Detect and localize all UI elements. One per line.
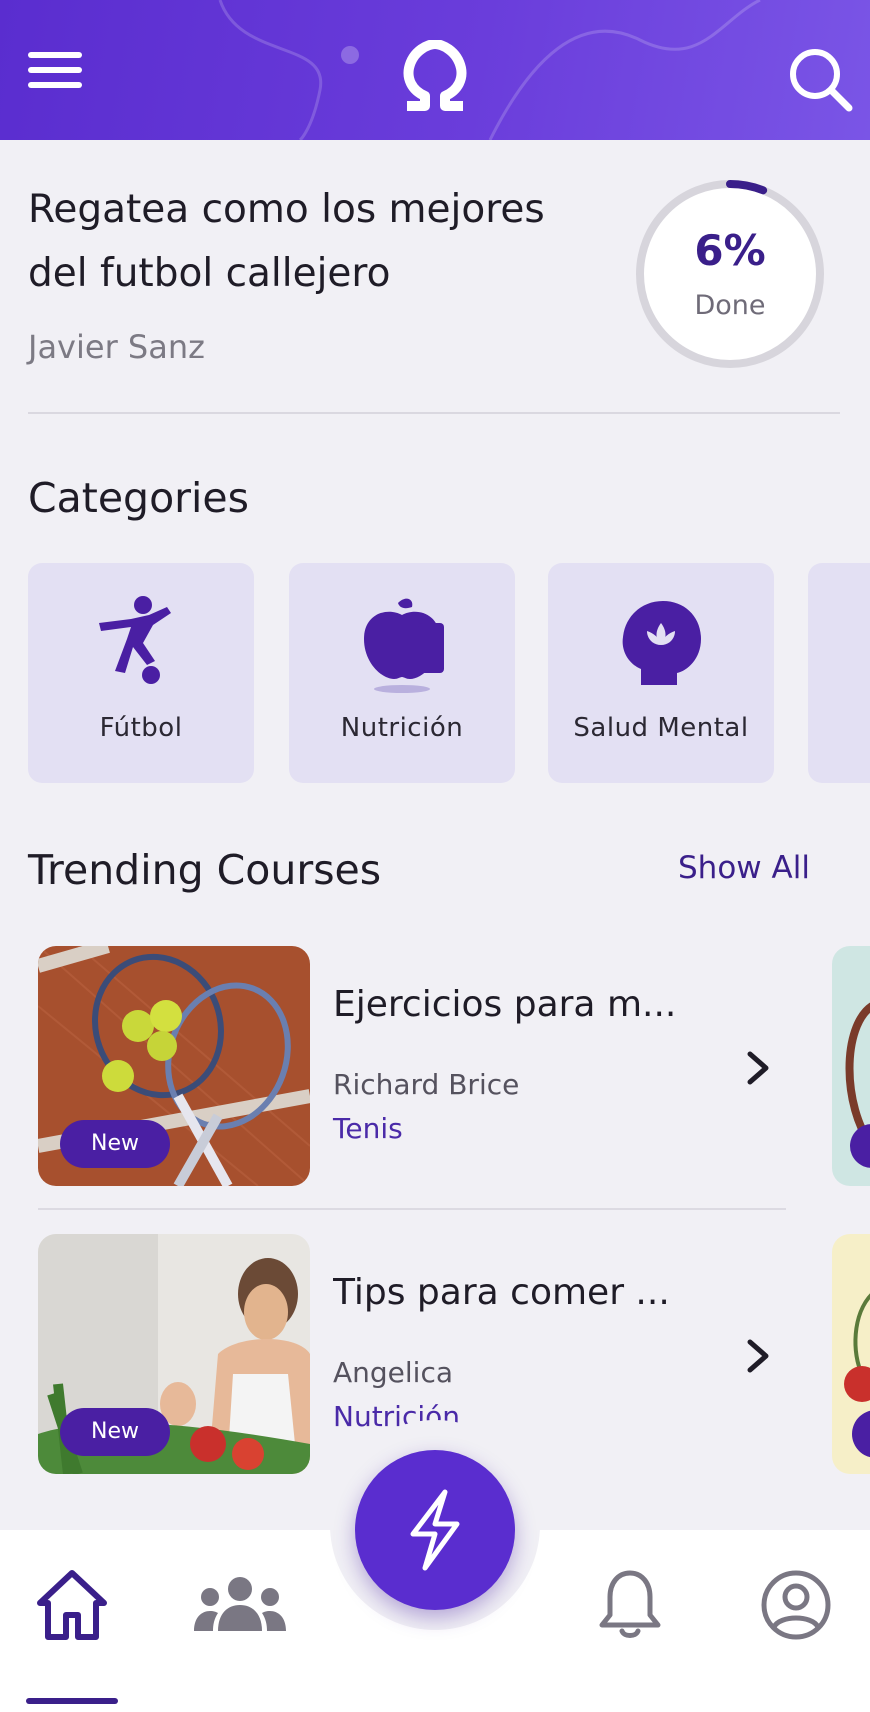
course-peek-image [832, 1234, 870, 1474]
course-title: Ejercicios para m... [333, 984, 677, 1025]
trending-title: Trending Courses [28, 846, 382, 894]
category-card-partial[interactable] [808, 563, 870, 783]
divider [38, 1208, 786, 1210]
categories-title: Categories [28, 474, 249, 522]
course-author: Angelica [333, 1356, 454, 1389]
course-card-peek[interactable] [832, 1234, 870, 1474]
omega-logo-icon[interactable] [395, 40, 475, 120]
menu-icon-bar [28, 52, 82, 58]
current-course-title[interactable]: Regatea como los mejores del futbol call… [28, 178, 588, 306]
divider [28, 412, 840, 414]
course-title: Tips para comer ... [333, 1272, 670, 1313]
category-label: Salud Mental [573, 713, 749, 743]
home-icon[interactable] [32, 1565, 112, 1645]
notifications-icon[interactable] [590, 1565, 670, 1645]
show-all-link[interactable]: Show All [678, 850, 810, 886]
category-card-futbol[interactable]: Fútbol [28, 563, 254, 783]
course-card-peek[interactable] [832, 946, 870, 1186]
quick-action-button[interactable] [355, 1450, 515, 1610]
apple-icon [364, 598, 444, 693]
profile-icon[interactable] [756, 1565, 836, 1645]
category-card-nutricion[interactable]: Nutrición [289, 563, 515, 783]
new-badge: New [60, 1120, 170, 1168]
current-course-author: Javier Sanz [28, 328, 205, 366]
chevron-right-icon[interactable] [740, 1046, 776, 1090]
community-icon[interactable] [192, 1565, 288, 1645]
course-peek-image [832, 946, 870, 1186]
mind-lotus-icon [622, 601, 701, 685]
progress-percentage: 6% [694, 226, 766, 275]
new-badge: New [60, 1408, 170, 1456]
progress-label: Done [694, 290, 766, 321]
course-author: Richard Brice [333, 1068, 520, 1101]
category-label: Nutrición [340, 713, 464, 743]
app-header [0, 0, 870, 140]
menu-icon-bar [28, 82, 82, 88]
menu-icon-bar [28, 67, 82, 73]
course-card[interactable]: New Ejercicios para m... Richard Brice T… [28, 946, 788, 1196]
category-card-salud-mental[interactable]: Salud Mental [548, 563, 774, 783]
lightning-icon [410, 1489, 460, 1571]
menu-button[interactable] [28, 52, 86, 96]
active-tab-indicator [26, 1698, 118, 1704]
search-icon[interactable] [785, 44, 855, 114]
course-thumbnail: New [38, 1234, 310, 1474]
soccer-player-icon [99, 596, 171, 684]
chevron-right-icon[interactable] [740, 1334, 776, 1378]
course-category: Tenis [333, 1112, 403, 1145]
course-thumbnail: New [38, 946, 310, 1186]
category-label: Fútbol [99, 713, 183, 743]
